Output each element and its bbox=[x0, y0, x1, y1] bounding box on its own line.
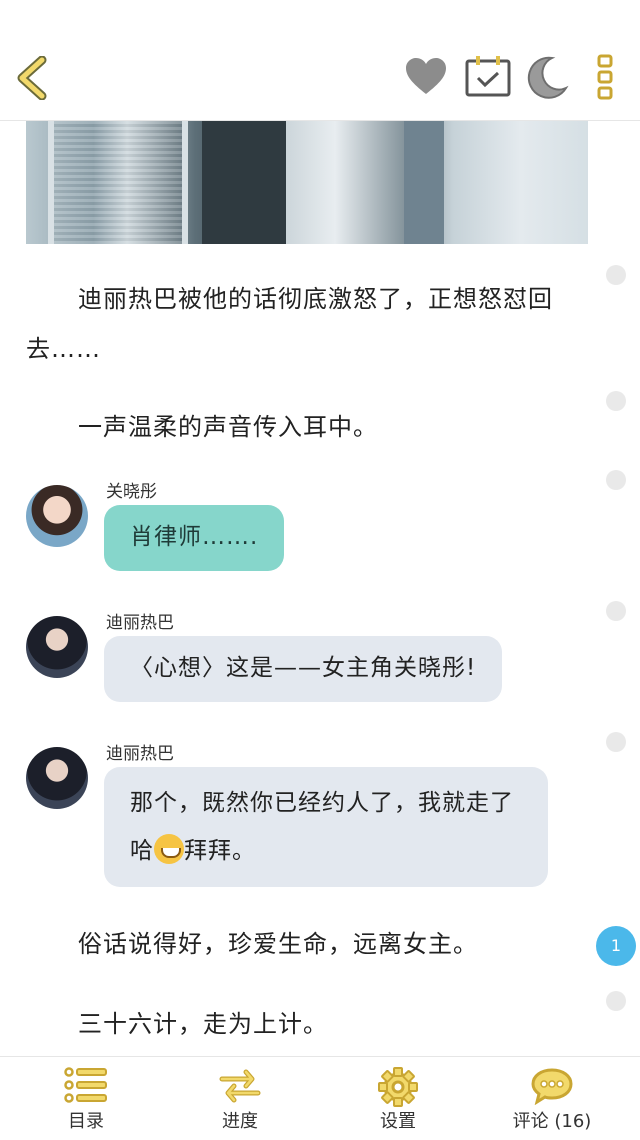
story-paragraph: 三十六计，走为上计。 bbox=[78, 1010, 328, 1038]
nav-comments-label: 评论 (16) bbox=[512, 1111, 592, 1132]
nav-settings[interactable]: 设置 bbox=[318, 1057, 478, 1140]
comment-dot[interactable] bbox=[606, 391, 626, 411]
speaker-name: 迪丽热巴 bbox=[106, 613, 174, 633]
chat-bubble: 那个，既然你已经约人了，我就走了哈 拜拜。 bbox=[104, 767, 548, 887]
comment-dot[interactable] bbox=[606, 601, 626, 621]
bottom-nav: 目录 进度 设置 评论 (16) bbox=[0, 1056, 640, 1139]
moon-icon[interactable] bbox=[524, 54, 570, 100]
chat-bubble-text: 拜拜。 bbox=[184, 838, 256, 864]
comment-dot[interactable] bbox=[606, 470, 626, 490]
reader-content[interactable]: 迪丽热巴被他的话彻底激怒了，正想怒怼回去…… 一声温柔的声音传入耳中。 关晓彤 … bbox=[0, 121, 640, 1056]
swap-arrows-icon bbox=[219, 1069, 261, 1103]
chat-bubble: 〈心想〉这是——女主角关晓彤! bbox=[104, 636, 503, 702]
comment-dot[interactable] bbox=[606, 265, 626, 285]
nav-catalog[interactable]: 目录 bbox=[6, 1057, 166, 1140]
comment-count-badge[interactable]: 1 bbox=[596, 926, 636, 966]
heart-icon[interactable] bbox=[404, 56, 448, 96]
speaker-name: 迪丽热巴 bbox=[106, 744, 174, 764]
comment-dot[interactable] bbox=[606, 991, 626, 1011]
speaker-name: 关晓彤 bbox=[106, 482, 157, 502]
avatar[interactable] bbox=[26, 616, 88, 678]
top-bar bbox=[0, 0, 640, 121]
avatar[interactable] bbox=[26, 485, 88, 547]
grin-emoji-icon bbox=[154, 834, 184, 864]
nav-catalog-label: 目录 bbox=[68, 1111, 104, 1132]
story-image bbox=[26, 121, 588, 244]
nav-comments[interactable]: 评论 (16) bbox=[472, 1057, 632, 1140]
story-paragraph: 一声温柔的声音传入耳中。 bbox=[78, 413, 378, 441]
story-paragraph: 迪丽热巴被他的话彻底激怒了，正想怒怼回去…… bbox=[26, 285, 553, 363]
gear-icon bbox=[378, 1067, 418, 1107]
more-icon[interactable] bbox=[594, 54, 616, 100]
back-icon[interactable] bbox=[14, 56, 50, 100]
chat-bubble: 肖律师……. bbox=[104, 505, 285, 571]
list-icon bbox=[64, 1067, 107, 1103]
nav-progress-label: 进度 bbox=[222, 1111, 258, 1132]
comment-dot[interactable] bbox=[606, 732, 626, 752]
nav-settings-label: 设置 bbox=[380, 1111, 416, 1132]
nav-progress[interactable]: 进度 bbox=[160, 1057, 320, 1140]
comment-bubble-icon bbox=[531, 1068, 573, 1105]
avatar[interactable] bbox=[26, 747, 88, 809]
calendar-check-icon[interactable] bbox=[464, 54, 512, 98]
story-paragraph: 俗话说得好，珍爱生命，远离女主。 bbox=[78, 930, 478, 958]
